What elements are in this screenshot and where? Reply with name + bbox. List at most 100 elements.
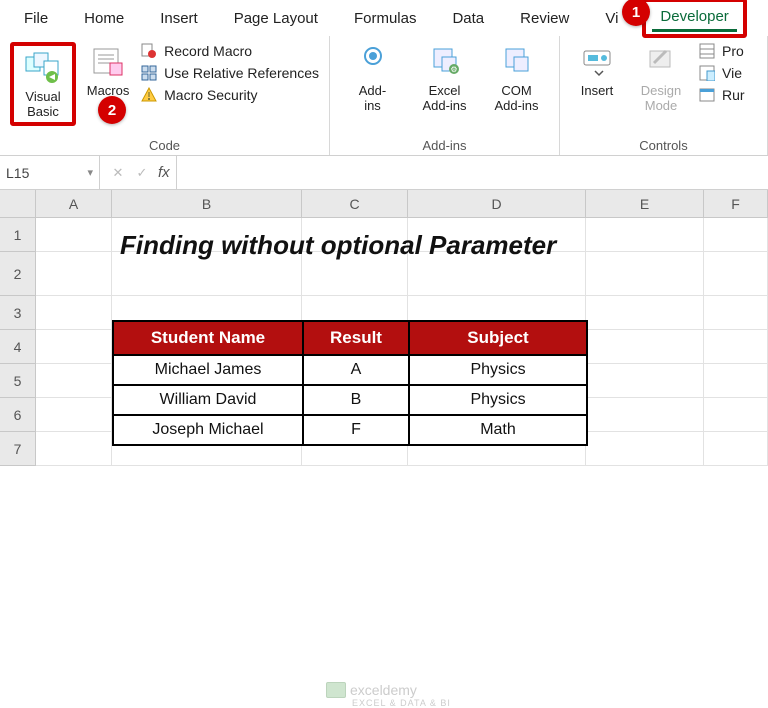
- cell-subject[interactable]: Physics: [409, 355, 587, 385]
- col-header-b[interactable]: B: [112, 190, 302, 217]
- menu-data[interactable]: Data: [434, 4, 502, 33]
- ribbon-group-controls: Insert Design Mode Pro Vie Rur: [560, 36, 768, 155]
- menu-insert[interactable]: Insert: [142, 4, 216, 33]
- header-result: Result: [303, 321, 409, 355]
- table-row[interactable]: Joseph Michael F Math: [113, 415, 587, 445]
- run-dialog-button[interactable]: Rur: [698, 86, 745, 104]
- row-header-7[interactable]: 7: [0, 432, 36, 466]
- table-row[interactable]: Michael James A Physics: [113, 355, 587, 385]
- header-subject: Subject: [409, 321, 587, 355]
- svg-text:⚙: ⚙: [450, 65, 457, 74]
- row-header-2[interactable]: 2: [0, 252, 36, 296]
- name-box-dropdown-icon[interactable]: ▾: [87, 166, 93, 179]
- cell-result[interactable]: B: [303, 385, 409, 415]
- addins-button[interactable]: Add- ins: [346, 42, 400, 114]
- menu-developer[interactable]: Developer: [652, 4, 736, 32]
- design-mode-button[interactable]: Design Mode: [634, 42, 688, 114]
- view-code-button[interactable]: Vie: [698, 64, 745, 82]
- row-header-3[interactable]: 3: [0, 296, 36, 330]
- row-header-5[interactable]: 5: [0, 364, 36, 398]
- cell-result[interactable]: F: [303, 415, 409, 445]
- ribbon-group-addins: Add- ins ⚙ Excel Add-ins COM Add-ins Add…: [330, 36, 560, 155]
- visual-basic-button[interactable]: Visual Basic: [16, 48, 70, 120]
- view-code-icon: [698, 64, 716, 82]
- cells-area[interactable]: Finding without optional Parameter Stude…: [36, 218, 768, 466]
- insert-control-label: Insert: [581, 84, 614, 99]
- fx-icon[interactable]: fx: [154, 164, 170, 181]
- sheet-title: Finding without optional Parameter: [120, 230, 556, 261]
- record-macro-button[interactable]: Record Macro: [140, 42, 319, 60]
- col-header-a[interactable]: A: [36, 190, 112, 217]
- table-header-row: Student Name Result Subject: [113, 321, 587, 355]
- developer-tab-highlight: Developer: [642, 0, 746, 38]
- cell-name[interactable]: Michael James: [113, 355, 303, 385]
- formula-bar: L15 ▾ ✕ ✓ fx: [0, 156, 768, 190]
- run-dialog-label: Rur: [722, 87, 745, 103]
- insert-control-button[interactable]: Insert: [570, 42, 624, 99]
- formula-input[interactable]: [177, 156, 768, 189]
- com-addins-label: COM Add-ins: [494, 84, 538, 114]
- menu-review[interactable]: Review: [502, 4, 587, 33]
- cell-result[interactable]: A: [303, 355, 409, 385]
- visual-basic-label: Visual Basic: [25, 90, 60, 120]
- student-table: Student Name Result Subject Michael Jame…: [112, 320, 588, 446]
- name-box-value: L15: [6, 165, 29, 181]
- menu-home[interactable]: Home: [66, 4, 142, 33]
- row-header-6[interactable]: 6: [0, 398, 36, 432]
- use-relative-label: Use Relative References: [164, 65, 319, 81]
- addins-label: Add- ins: [359, 84, 386, 114]
- header-student-name: Student Name: [113, 321, 303, 355]
- excel-addins-button[interactable]: ⚙ Excel Add-ins: [418, 42, 472, 114]
- watermark-icon: [326, 682, 346, 698]
- row-headers: 1 2 3 4 5 6 7: [0, 218, 36, 466]
- column-headers: A B C D E F: [0, 190, 768, 218]
- insert-control-icon: [577, 42, 617, 82]
- watermark-subtext: EXCEL & DATA & BI: [352, 698, 451, 708]
- macro-security-icon: [140, 86, 158, 104]
- cell-subject[interactable]: Physics: [409, 385, 587, 415]
- menu-formulas[interactable]: Formulas: [336, 4, 435, 33]
- col-header-f[interactable]: F: [704, 190, 768, 217]
- visual-basic-highlight: Visual Basic: [10, 42, 76, 126]
- col-header-d[interactable]: D: [408, 190, 586, 217]
- table-row[interactable]: William David B Physics: [113, 385, 587, 415]
- watermark-text: exceldemy: [350, 682, 417, 698]
- properties-label: Pro: [722, 43, 744, 59]
- callout-badge-2: 2: [98, 96, 126, 124]
- addins-icon: [353, 42, 393, 82]
- use-relative-button[interactable]: Use Relative References: [140, 64, 319, 82]
- cell-subject[interactable]: Math: [409, 415, 587, 445]
- properties-icon: [698, 42, 716, 60]
- excel-addins-icon: ⚙: [425, 42, 465, 82]
- properties-button[interactable]: Pro: [698, 42, 745, 60]
- row-header-4[interactable]: 4: [0, 330, 36, 364]
- cell-name[interactable]: William David: [113, 385, 303, 415]
- macro-security-button[interactable]: Macro Security: [140, 86, 319, 104]
- watermark: exceldemy: [326, 682, 417, 698]
- cell-name[interactable]: Joseph Michael: [113, 415, 303, 445]
- record-macro-label: Record Macro: [164, 43, 252, 59]
- ribbon-group-code: Visual Basic Macros Record Macro Use Rel…: [0, 36, 330, 155]
- col-header-e[interactable]: E: [586, 190, 704, 217]
- macros-icon: [88, 42, 128, 82]
- select-all-corner[interactable]: [0, 190, 36, 217]
- addins-group-title: Add-ins: [340, 136, 549, 153]
- menu-page-layout[interactable]: Page Layout: [216, 4, 336, 33]
- controls-group-title: Controls: [570, 136, 757, 153]
- record-macro-icon: [140, 42, 158, 60]
- row-header-1[interactable]: 1: [0, 218, 36, 252]
- name-box[interactable]: L15 ▾: [0, 156, 100, 189]
- col-header-c[interactable]: C: [302, 190, 408, 217]
- menu-bar: File Home Insert Page Layout Formulas Da…: [0, 0, 768, 36]
- design-mode-label: Design Mode: [641, 84, 681, 114]
- com-addins-button[interactable]: COM Add-ins: [490, 42, 544, 114]
- use-relative-icon: [140, 64, 158, 82]
- design-mode-icon: [641, 42, 681, 82]
- visual-basic-icon: [23, 48, 63, 88]
- view-code-label: Vie: [722, 65, 742, 81]
- macros-button[interactable]: Macros: [84, 42, 132, 99]
- spreadsheet-grid: 1 2 3 4 5 6 7 Finding without optional P…: [0, 218, 768, 466]
- enter-formula-icon: ✓: [130, 165, 154, 181]
- macro-security-label: Macro Security: [164, 87, 257, 103]
- menu-file[interactable]: File: [6, 4, 66, 33]
